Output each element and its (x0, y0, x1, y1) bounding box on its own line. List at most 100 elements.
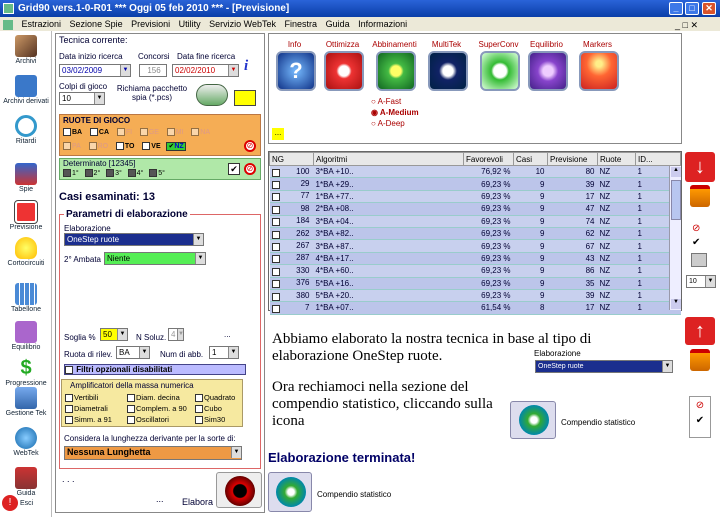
row-checkbox[interactable] (271, 280, 280, 289)
table-row[interactable]: 287 4*BA +17.. 69,23 % 9 43 NZ 1 (269, 252, 681, 266)
sidebar-item-cortocircuiti[interactable]: Cortocircuiti (2, 237, 50, 267)
equilibrio-button[interactable] (528, 51, 568, 91)
chevron-down-icon[interactable]: ▼ (120, 65, 130, 76)
diametrali-checkbox[interactable] (65, 405, 73, 414)
menu-utility[interactable]: Utility (179, 19, 201, 29)
radio-a-deep[interactable]: ○ A-Deep (371, 118, 419, 129)
ruota-ca-checkbox[interactable] (89, 128, 98, 136)
det-4-checkbox[interactable] (127, 169, 136, 177)
sidebar-item-previsione[interactable]: Previsione (2, 200, 50, 231)
row-checkbox[interactable] (271, 205, 280, 214)
det-5-checkbox[interactable] (149, 169, 158, 177)
sidebar-item-gestione-tek[interactable]: Gestione Tek (2, 387, 50, 417)
chevron-down-icon[interactable]: ▼ (117, 329, 127, 340)
chevron-down-icon[interactable]: ▼ (231, 447, 241, 458)
sidebar-item-archivi[interactable]: Archivi (2, 35, 50, 65)
ruota-mi-checkbox[interactable] (166, 128, 175, 136)
markers-button[interactable] (579, 51, 619, 91)
det-3-checkbox[interactable] (106, 169, 115, 177)
table-row[interactable]: 98 2*BA +08.. 69,23 % 9 47 NZ 1 (269, 202, 681, 216)
sidebar-item-esci[interactable]: ! Esci (2, 495, 50, 511)
dots-2[interactable]: . . . (62, 474, 75, 484)
superconv-button[interactable] (480, 51, 520, 91)
checkmark-icon-2[interactable]: ✔ (690, 415, 710, 426)
chevron-down-icon[interactable]: ▼ (228, 347, 238, 358)
col-casi[interactable]: Casi (513, 152, 548, 166)
concorsi-field[interactable]: 156 (139, 64, 167, 77)
chevron-down-icon[interactable]: ▼ (195, 253, 205, 264)
menu-estrazioni[interactable]: Estrazioni (22, 19, 62, 29)
ambata-select[interactable]: Niente ▼ (104, 252, 206, 265)
menu-finestra[interactable]: Finestra (285, 19, 318, 29)
bucket-icon-2[interactable] (690, 349, 710, 371)
sim30-checkbox[interactable] (195, 416, 203, 425)
maximize-button[interactable]: □ (685, 2, 699, 15)
compendio-button-2[interactable] (268, 472, 312, 512)
row-checkbox[interactable] (271, 292, 280, 301)
checkmark-icon[interactable]: ✔ (692, 237, 700, 248)
filtri-checkbox[interactable] (65, 365, 73, 374)
row-checkbox[interactable] (271, 304, 280, 313)
tutorial-elab-select[interactable]: OneStep ruote ▼ (535, 360, 673, 373)
table-row[interactable]: 376 5*BA +16.. 69,23 % 9 35 NZ 1 (269, 277, 681, 290)
cubo-checkbox[interactable] (195, 405, 203, 414)
data-fine-field[interactable]: 02/02/2010 ▼ (172, 64, 239, 77)
table-row[interactable]: 7 1*BA +07.. 61,54 % 8 17 NZ 1 (269, 301, 681, 315)
row-checkbox[interactable] (271, 168, 280, 177)
info-icon[interactable]: i (244, 58, 254, 76)
scroll-down-icon[interactable]: ▼ (671, 299, 681, 309)
sidebar-item-guida[interactable]: Guida (2, 467, 50, 497)
vertibili-checkbox[interactable] (65, 394, 73, 403)
radio-a-fast[interactable]: ○ A-Fast (371, 96, 419, 107)
row-checkbox[interactable] (271, 181, 280, 190)
table-row[interactable]: 77 1*BA +77.. 69,23 % 9 17 NZ 1 (269, 190, 681, 204)
menu-informazioni[interactable]: Informazioni (358, 19, 407, 29)
info-method-button[interactable]: ? (276, 51, 316, 91)
col-algoritmi[interactable]: Algoritmi (313, 152, 464, 166)
table-row[interactable]: 380 5*BA +20.. 69,23 % 9 39 NZ 1 (269, 289, 681, 303)
ruota-pa-checkbox[interactable] (63, 142, 71, 151)
ruota-ve-checkbox[interactable] (142, 142, 151, 151)
row-checkbox[interactable] (271, 255, 280, 264)
sidebar-item-progressione[interactable]: $ Progressione (2, 357, 50, 387)
table-row[interactable]: 262 3*BA +82.. 69,23 % 9 62 NZ 1 (269, 227, 681, 241)
chevron-down-icon[interactable]: ▼ (139, 347, 149, 358)
col-favorevoli[interactable]: Favorevoli (463, 152, 514, 166)
bucket-icon[interactable] (690, 185, 710, 207)
sidebar-item-equilibrio[interactable]: Equilibrio (2, 321, 50, 351)
table-row[interactable]: 330 4*BA +60.. 69,23 % 9 86 NZ 1 (269, 264, 681, 278)
det-1-checkbox[interactable] (63, 169, 71, 177)
complem-90-checkbox[interactable] (127, 405, 135, 414)
lunghezza-select[interactable]: Nessuna Lunghetta ▼ (64, 446, 242, 460)
ruota-fi-checkbox[interactable] (116, 128, 125, 136)
mdi-controls[interactable]: _ □ ✕ (675, 18, 698, 32)
ruota-ba-checkbox[interactable] (63, 128, 71, 136)
row-checkbox[interactable] (271, 193, 280, 202)
row-checkbox[interactable] (271, 267, 280, 276)
right-combo[interactable]: 10 ▼ (686, 275, 716, 288)
sidebar-item-tabellone[interactable]: Tabellone (2, 283, 50, 313)
data-inizio-field[interactable]: 03/02/2009 ▼ (59, 64, 131, 77)
chevron-down-icon[interactable]: ▼ (94, 93, 104, 104)
col-ruote[interactable]: Ruote (597, 152, 636, 166)
arrow-down-button[interactable]: ↓ (685, 152, 715, 182)
ruota-nz-checkbox[interactable]: ✔NZ (166, 142, 186, 151)
diam-decina-checkbox[interactable] (127, 394, 135, 403)
multitek-button[interactable] (428, 51, 468, 91)
ruota-rilev-select[interactable]: BA ▼ (116, 346, 150, 359)
simm-91-checkbox[interactable] (65, 416, 73, 425)
table-row[interactable]: 29 1*BA +29.. 69,23 % 9 39 NZ 1 (269, 177, 681, 191)
col-id[interactable]: ID... (635, 152, 681, 166)
elabora-button[interactable] (216, 472, 262, 508)
ruota-to-checkbox[interactable] (115, 142, 124, 151)
menu-servizio-webtek[interactable]: Servizio WebTek (209, 19, 276, 29)
pacchetto-spia-icon[interactable] (196, 84, 228, 106)
col-previsione[interactable]: Previsione (547, 152, 598, 166)
dots-3[interactable]: ... (156, 494, 164, 504)
scroll-up-icon[interactable]: ▲ (671, 167, 681, 177)
ruota-ge-checkbox[interactable] (139, 128, 148, 136)
nsoluz-field[interactable]: 4 ▼ (168, 328, 184, 341)
menu-previsioni[interactable]: Previsioni (131, 19, 170, 29)
check-all-icon[interactable]: ✔ (228, 163, 240, 175)
menu-guida[interactable]: Guida (326, 19, 350, 29)
